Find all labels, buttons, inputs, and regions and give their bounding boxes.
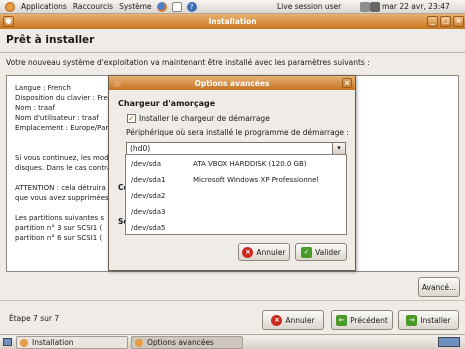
- list-item[interactable]: /dev/sda1 Microsoft Windows XP Professio…: [126, 173, 348, 188]
- taskbar: Installation Options avancées: [0, 334, 465, 349]
- installer-icon: [135, 338, 143, 347]
- advanced-button[interactable]: Avancé...: [418, 277, 460, 297]
- summary-line: disques. Dans le cas contraire,: [15, 164, 123, 172]
- summary-line: partition n° 3 sur SCSI1 (: [15, 224, 103, 232]
- page-title: Prêt à installer: [6, 34, 95, 46]
- cancel-button-label: Annuler: [285, 315, 315, 325]
- summary-line: Les partitions suivantes s: [15, 214, 105, 222]
- dialog-ok-button[interactable]: ✓ Valider: [295, 243, 347, 261]
- window-titlebar[interactable]: ● Installation _ □ ×: [0, 14, 465, 29]
- dialog-cancel-label: Annuler: [256, 247, 286, 257]
- dialog-ok-label: Valider: [315, 247, 341, 257]
- window-title: Installation: [208, 17, 257, 26]
- cancel-button[interactable]: × Annuler: [262, 310, 324, 330]
- summary-line: Disposition du clavier : French: [15, 94, 121, 102]
- back-button[interactable]: ← Précédent: [331, 310, 393, 330]
- install-button-label: Installer: [420, 315, 451, 325]
- mail-icon[interactable]: [171, 1, 182, 12]
- taskbar-item-label: Installation: [32, 338, 74, 347]
- list-item[interactable]: /dev/sda ATA VBOX HARDDISK (120.0 GB): [126, 157, 348, 172]
- device-dropdown-list[interactable]: /dev/sda ATA VBOX HARDDISK (120.0 GB) /d…: [125, 154, 347, 235]
- installer-icon: [20, 338, 28, 347]
- summary-line: Langue : French: [15, 84, 71, 92]
- maximize-button[interactable]: □: [440, 16, 451, 27]
- list-item[interactable]: /dev/sda3: [126, 205, 348, 220]
- dialog-title: Options avancées: [194, 78, 270, 88]
- clock[interactable]: mar 22 avr, 23:47: [382, 2, 450, 11]
- window-menu-icon[interactable]: ●: [3, 16, 14, 27]
- menu-raccourcis[interactable]: Raccourcis: [73, 2, 113, 11]
- step-indicator: Étape 7 sur 7: [9, 314, 60, 323]
- close-button[interactable]: ×: [453, 16, 464, 27]
- install-arrow-icon: →: [406, 314, 418, 326]
- taskbar-item-label: Options avancées: [147, 338, 214, 347]
- device-path: /dev/sda5: [131, 224, 166, 232]
- firefox-icon[interactable]: [156, 1, 167, 12]
- summary-line: que vous avez supprimées: [15, 194, 109, 202]
- device-path: /dev/sda3: [131, 208, 166, 216]
- device-path: /dev/sda1: [131, 176, 166, 184]
- volume-icon[interactable]: [370, 1, 380, 12]
- taskbar-item-options[interactable]: Options avancées: [131, 336, 243, 349]
- menu-applications[interactable]: Applications: [21, 2, 67, 11]
- device-label: Périphérique où sera installé le program…: [126, 128, 349, 137]
- workspace-switcher[interactable]: [438, 337, 460, 347]
- summary-line: Nom : traaf: [15, 104, 55, 112]
- divider: [0, 300, 465, 301]
- summary-line: Emplacement : Europe/Paris: [15, 124, 114, 132]
- device-description: Microsoft Windows XP Professionnel: [193, 176, 319, 184]
- bootloader-section-title: Chargeur d'amorçage: [118, 99, 216, 108]
- intro-text: Votre nouveau système d'exploitation va …: [6, 58, 370, 67]
- dialog-titlebar[interactable]: Options avancées ×: [109, 76, 355, 90]
- back-button-label: Précédent: [350, 315, 388, 325]
- device-path: /dev/sda: [131, 160, 161, 168]
- summary-line: partition n° 6 sur SCSI1 (: [15, 234, 103, 242]
- install-bootloader-checkbox[interactable]: ✓: [127, 114, 136, 123]
- show-desktop-icon[interactable]: [3, 338, 12, 346]
- top-panel: Applications Raccourcis Système ? Live s…: [0, 0, 465, 14]
- dialog-cancel-button[interactable]: × Annuler: [238, 243, 290, 261]
- cancel-icon: ×: [242, 246, 254, 258]
- minimize-button[interactable]: _: [427, 16, 438, 27]
- check-icon: ✓: [301, 246, 313, 258]
- device-path: /dev/sda2: [131, 192, 166, 200]
- dialog-menu-icon[interactable]: [113, 79, 121, 87]
- cancel-icon: ×: [271, 314, 283, 326]
- device-combo-value: (hd0): [130, 144, 151, 153]
- menu-systeme[interactable]: Système: [119, 2, 152, 11]
- session-status[interactable]: Live session user: [277, 2, 341, 11]
- back-arrow-icon: ←: [336, 314, 348, 326]
- divider: [0, 52, 465, 53]
- list-item[interactable]: /dev/sda2: [126, 189, 348, 204]
- taskbar-item-installation[interactable]: Installation: [16, 336, 128, 349]
- chevron-down-icon[interactable]: ▾: [332, 143, 345, 154]
- dialog-close-button[interactable]: ×: [342, 78, 352, 88]
- advanced-button-label: Avancé...: [421, 282, 457, 292]
- summary-line: ATTENTION : cela détruira: [15, 184, 106, 192]
- install-button[interactable]: → Installer: [398, 310, 459, 330]
- install-bootloader-label[interactable]: Installer le chargeur de démarrage: [139, 114, 270, 123]
- help-icon[interactable]: ?: [186, 1, 197, 12]
- summary-line: Nom d'utilisateur : traaf: [15, 114, 99, 122]
- list-item[interactable]: /dev/sda5: [126, 221, 348, 236]
- ubuntu-logo-icon[interactable]: [5, 1, 15, 12]
- device-description: ATA VBOX HARDDISK (120.0 GB): [193, 160, 307, 168]
- network-icon[interactable]: [360, 1, 370, 12]
